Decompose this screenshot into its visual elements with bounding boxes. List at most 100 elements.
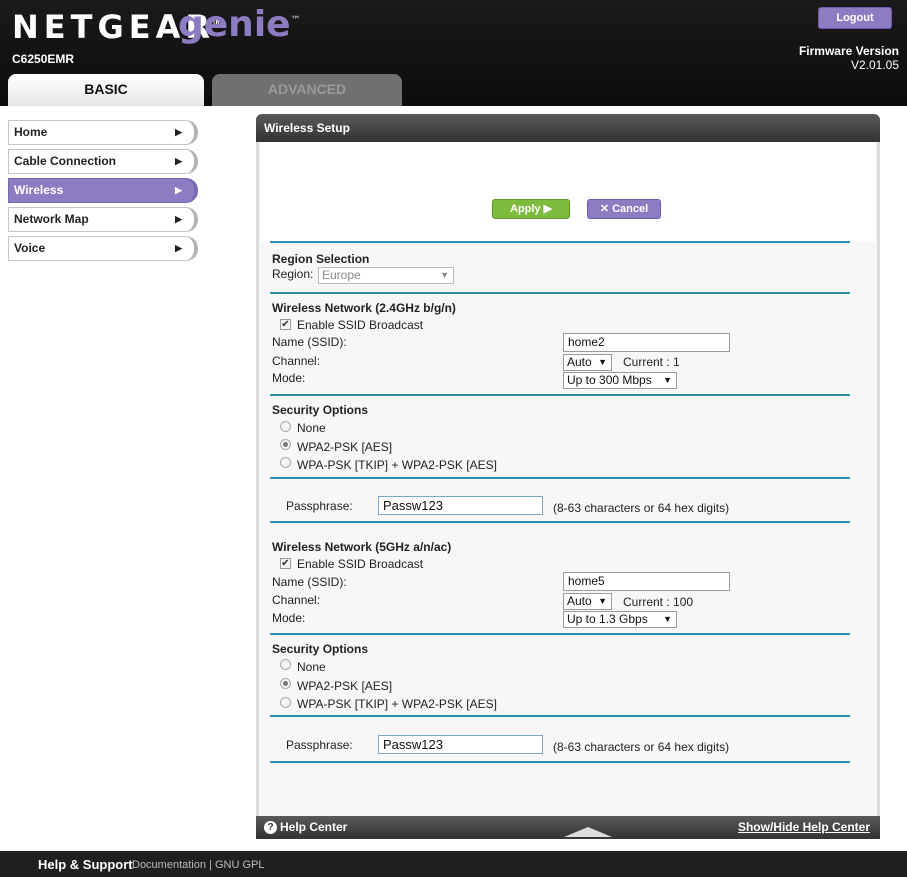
- region-value: Europe: [322, 268, 361, 282]
- sidebar-item-wireless[interactable]: Wireless ▶: [8, 178, 198, 203]
- show-hide-help-link[interactable]: Show/Hide Help Center: [738, 820, 870, 834]
- section-divider: [270, 633, 850, 635]
- passphrase-5-hint: (8-63 characters or 64 hex digits): [553, 740, 730, 754]
- genie-logo: genie™: [178, 4, 301, 45]
- help-center-title: Help Center: [280, 820, 348, 834]
- sidebar-item-cable-connection[interactable]: Cable Connection ▶: [8, 149, 198, 174]
- section-divider: [270, 521, 850, 523]
- region-label: Region:: [272, 267, 314, 281]
- section-divider: [270, 292, 850, 294]
- channel-5-current: Current : 100: [623, 595, 694, 609]
- ssid-broadcast-5-checkbox[interactable]: ✔: [280, 558, 291, 569]
- ssid-5-label: Name (SSID):: [272, 575, 347, 589]
- channel-24-value: Auto: [567, 355, 592, 369]
- chevron-up-icon[interactable]: [564, 827, 612, 837]
- security-24-heading: Security Options: [272, 403, 369, 417]
- arrow-right-icon: ▶: [175, 214, 182, 224]
- section-divider: [270, 241, 850, 243]
- chevron-down-icon: ▼: [663, 375, 672, 385]
- channel-5-value: Auto: [567, 594, 592, 608]
- wifi5-heading: Wireless Network (5GHz a/n/ac): [272, 540, 452, 554]
- passphrase-5-label: Passphrase:: [286, 738, 353, 752]
- security-24-none-radio[interactable]: [280, 421, 291, 432]
- security-24-mixed-label: WPA-PSK [TKIP] + WPA2-PSK [AES]: [297, 458, 497, 472]
- channel-5-select[interactable]: Auto ▼: [563, 593, 612, 610]
- passphrase-24-input[interactable]: Passw123: [378, 496, 543, 515]
- help-support-title: Help & Support: [38, 857, 133, 872]
- firmware-label: Firmware Version: [798, 44, 899, 58]
- cancel-label: Cancel: [612, 203, 649, 215]
- passphrase-24-label: Passphrase:: [286, 499, 353, 513]
- sidebar-item-network-map[interactable]: Network Map ▶: [8, 207, 198, 232]
- region-heading: Region Selection: [272, 252, 370, 266]
- firmware-info: Firmware Version V2.01.05: [799, 44, 899, 72]
- arrow-right-icon: ▶: [175, 243, 182, 253]
- arrow-right-icon: ▶: [175, 185, 182, 195]
- mode-24-label: Mode:: [272, 371, 306, 385]
- security-5-mixed-label: WPA-PSK [TKIP] + WPA2-PSK [AES]: [297, 697, 497, 711]
- channel-5-label: Channel:: [272, 593, 321, 607]
- sidebar-item-label: Cable Connection: [14, 154, 117, 168]
- security-5-wpa2-radio[interactable]: [280, 678, 291, 689]
- chevron-down-icon: ▼: [440, 270, 449, 280]
- security-24-mixed-radio[interactable]: [280, 457, 291, 468]
- button-bar: Apply ▶ ✕ Cancel: [261, 142, 875, 242]
- sidebar-item-label: Home: [14, 125, 48, 139]
- mode-5-select[interactable]: Up to 1.3 Gbps ▼: [563, 611, 677, 628]
- channel-24-current: Current : 1: [623, 355, 680, 369]
- chevron-down-icon: ▼: [598, 357, 607, 367]
- section-divider: [270, 715, 850, 717]
- footer-links[interactable]: Documentation | GNU GPL: [132, 859, 264, 871]
- tab-advanced[interactable]: ADVANCED: [212, 74, 402, 106]
- sidebar-item-label: Wireless: [14, 183, 64, 197]
- chevron-down-icon: ▼: [663, 614, 672, 624]
- mode-5-label: Mode:: [272, 611, 306, 625]
- section-divider: [270, 394, 850, 396]
- ssid-broadcast-5-label: Enable SSID Broadcast: [297, 557, 424, 571]
- header-bar: NETGEAR® genie™ C6250EMR Logout Firmware…: [0, 0, 907, 106]
- security-24-none-label: None: [297, 421, 326, 435]
- sidebar-item-home[interactable]: Home ▶: [8, 120, 198, 145]
- sidebar-item-voice[interactable]: Voice ▶: [8, 236, 198, 261]
- close-icon: ✕: [599, 203, 610, 215]
- chevron-down-icon: ▼: [598, 596, 607, 606]
- footer-bar: Help & Support Documentation | GNU GPL: [0, 851, 907, 877]
- help-icon: ?: [264, 821, 277, 834]
- section-divider: [270, 761, 850, 763]
- region-select[interactable]: Europe ▼: [318, 267, 454, 284]
- logout-button[interactable]: Logout: [818, 7, 892, 29]
- security-5-heading: Security Options: [272, 642, 369, 656]
- mode-24-select[interactable]: Up to 300 Mbps ▼: [563, 372, 677, 389]
- channel-24-select[interactable]: Auto ▼: [563, 354, 612, 371]
- ssid-5-input[interactable]: home5: [563, 572, 730, 591]
- security-24-wpa2-label: WPA2-PSK [AES]: [297, 440, 393, 454]
- ssid-broadcast-24-checkbox[interactable]: ✔: [280, 319, 291, 330]
- passphrase-24-hint: (8-63 characters or 64 hex digits): [553, 501, 730, 515]
- security-5-none-label: None: [297, 660, 326, 674]
- apply-button[interactable]: Apply ▶: [492, 199, 570, 219]
- tab-basic[interactable]: BASIC: [8, 74, 204, 106]
- help-center-bar: ? Help Center Show/Hide Help Center: [256, 816, 880, 839]
- model-name: C6250EMR: [12, 52, 75, 66]
- arrow-right-icon: ▶: [175, 127, 182, 137]
- cancel-button[interactable]: ✕ Cancel: [587, 199, 661, 219]
- security-5-wpa2-label: WPA2-PSK [AES]: [297, 679, 393, 693]
- mode-5-value: Up to 1.3 Gbps: [567, 612, 648, 626]
- mode-24-value: Up to 300 Mbps: [567, 373, 652, 387]
- sidebar-item-label: Voice: [14, 241, 46, 255]
- firmware-version: V2.01.05: [850, 58, 899, 72]
- sidebar-item-label: Network Map: [14, 212, 89, 226]
- arrow-right-icon: ▶: [175, 156, 182, 166]
- section-divider: [270, 477, 850, 479]
- panel-title: Wireless Setup: [256, 114, 880, 142]
- ssid-broadcast-24-label: Enable SSID Broadcast: [297, 318, 424, 332]
- passphrase-5-input[interactable]: Passw123: [378, 735, 543, 754]
- security-5-mixed-radio[interactable]: [280, 697, 291, 708]
- ssid-24-input[interactable]: home2: [563, 333, 730, 352]
- security-5-none-radio[interactable]: [280, 659, 291, 670]
- channel-24-label: Channel:: [272, 354, 321, 368]
- wifi24-heading: Wireless Network (2.4GHz b/g/n): [272, 301, 456, 315]
- security-24-wpa2-radio[interactable]: [280, 439, 291, 450]
- ssid-24-label: Name (SSID):: [272, 335, 347, 349]
- sidebar-nav: Home ▶ Cable Connection ▶ Wireless ▶ Net…: [8, 120, 198, 265]
